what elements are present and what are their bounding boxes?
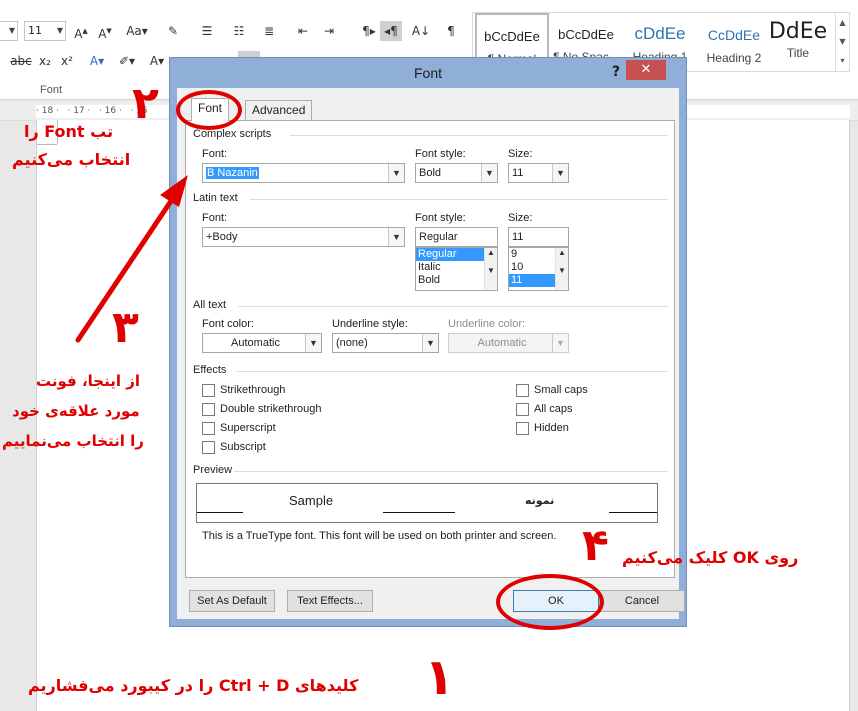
step-1-text: کلیدهای Ctrl + D را در کیبورد می‌فشاریم	[28, 676, 359, 695]
step-4-text: روی OK کلیک می‌کنیم	[622, 548, 799, 567]
pointer-arrow	[75, 175, 188, 343]
tab-font[interactable]: Font	[191, 98, 230, 121]
step-3-text: مورد علاقه‌ی خود	[12, 402, 140, 420]
step-1-number: ۱	[424, 648, 455, 706]
step-3-text: از اینجا، فونت	[36, 372, 140, 390]
step-4-number: ۴	[582, 520, 609, 571]
step-2-text: انتخاب می‌کنیم	[12, 150, 131, 169]
step-2-text: تب Font را	[24, 122, 114, 141]
step-3-text: را انتخاب می‌نماییم	[2, 432, 144, 450]
step-3-number: ۳	[112, 302, 139, 353]
step-2-number: ۲	[132, 78, 159, 129]
